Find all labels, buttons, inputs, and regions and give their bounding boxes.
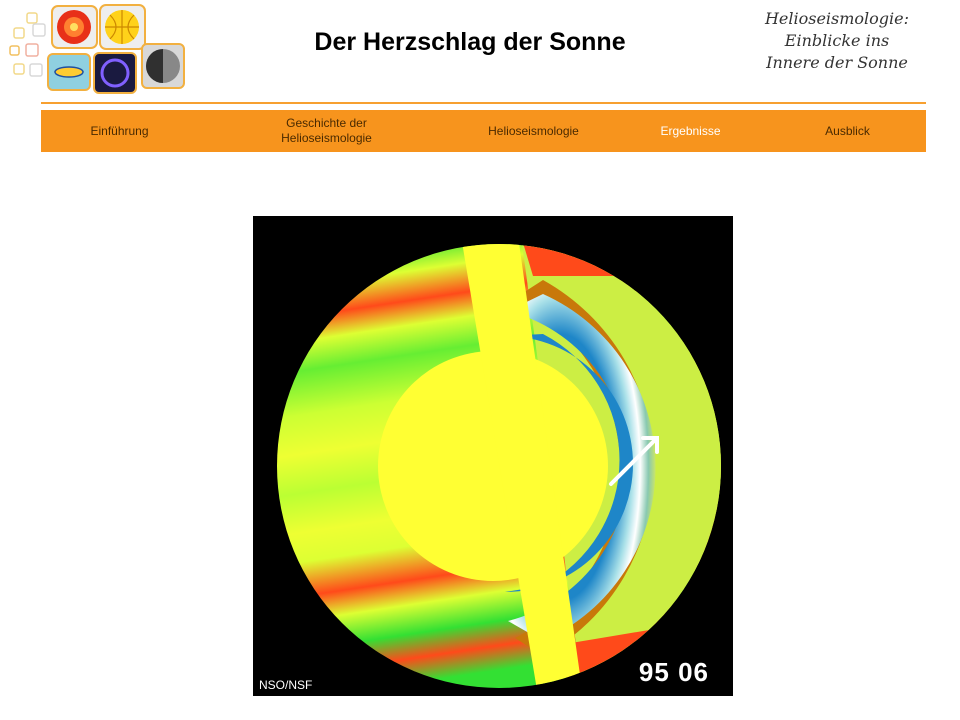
image-credit: NSO/NSF <box>259 678 313 692</box>
nav-item-helioseismologie[interactable]: Helioseismologie <box>455 110 612 152</box>
page-title: Der Herzschlag der Sonne <box>314 28 626 56</box>
site-title-line: Innere der Sonne <box>766 53 908 72</box>
image-timestamp: 95 06 <box>638 657 709 687</box>
main-nav: Einführung Geschichte der Helioseismolog… <box>41 110 926 152</box>
nav-item-einfuehrung[interactable]: Einführung <box>41 110 198 152</box>
site-title: Helioseismologie: Einblicke ins Innere d… <box>752 8 922 74</box>
header-divider <box>41 102 926 104</box>
site-logo[interactable] <box>0 0 200 100</box>
nav-item-ausblick[interactable]: Ausblick <box>769 110 926 152</box>
nav-item-geschichte[interactable]: Geschichte der Helioseismologie <box>198 110 455 152</box>
sun-rotation-image: NSO/NSF 95 06 <box>253 216 733 696</box>
sun-cutaway-graphic <box>277 244 721 688</box>
nav-item-ergebnisse[interactable]: Ergebnisse <box>612 110 769 152</box>
site-title-line: Einblicke ins <box>784 31 890 50</box>
site-title-line: Helioseismologie: <box>764 9 910 28</box>
